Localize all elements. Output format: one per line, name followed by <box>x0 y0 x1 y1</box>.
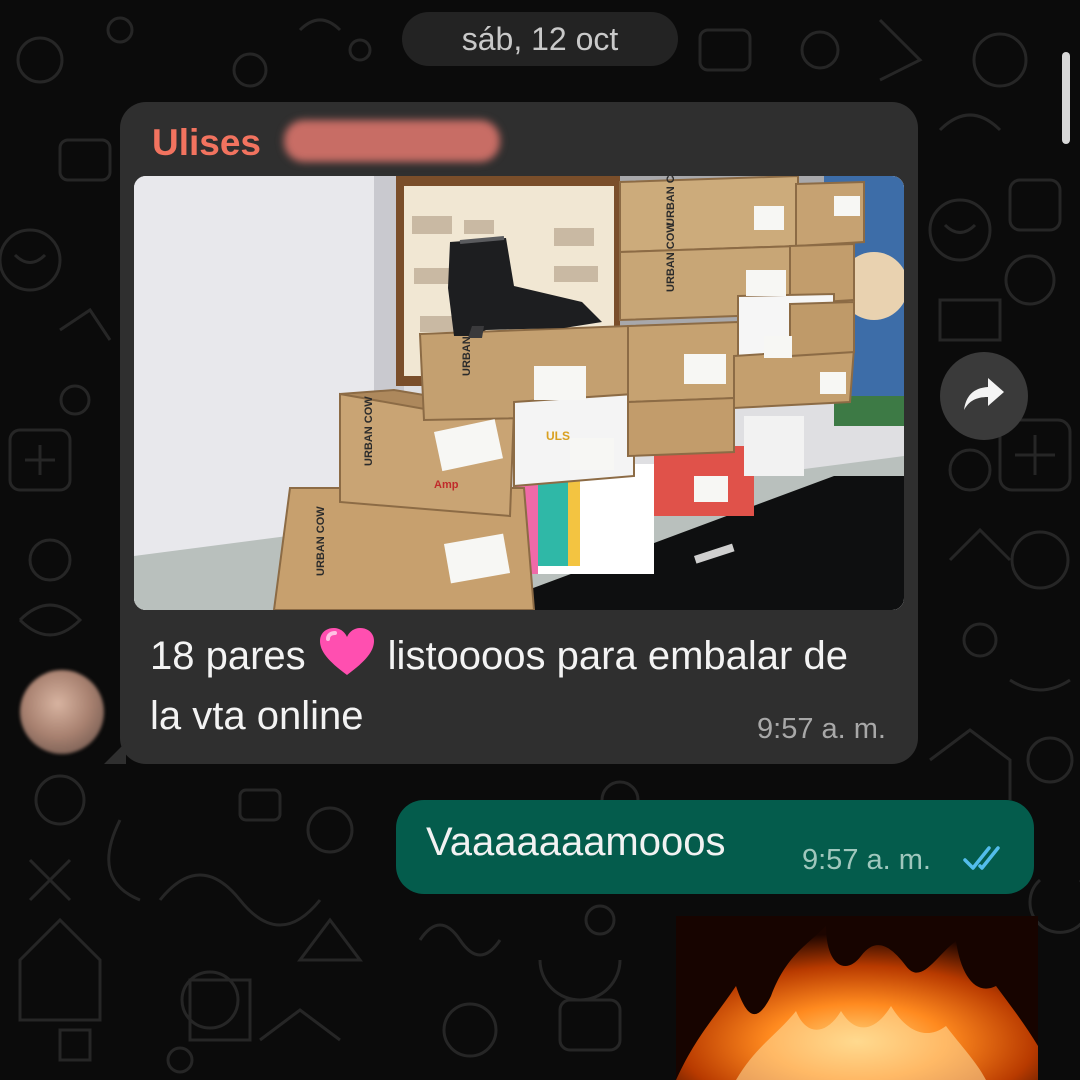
outgoing-message-bubble[interactable]: Vaaaaaaamooos 9:57 a. m. <box>396 800 1034 894</box>
scroll-indicator[interactable] <box>1062 52 1070 144</box>
incoming-message-time: 9:57 a. m. <box>757 713 886 745</box>
outgoing-message-time: 9:57 a. m. <box>802 844 931 876</box>
forward-button[interactable] <box>940 352 1028 440</box>
photo-brand-label: URBAN COW <box>363 396 375 466</box>
incoming-message-bubble[interactable]: Ulises URBAN COW URBAN COW URBAN COW URB… <box>104 102 918 764</box>
photo-box-label: Amp <box>434 479 459 491</box>
outgoing-message-text: Vaaaaaaamooos <box>426 820 726 864</box>
photo-brand-label: URBAN COW <box>665 176 677 226</box>
sender-name[interactable]: Ulises <box>152 122 261 164</box>
photo-box-label: ULS <box>546 429 570 443</box>
sender-avatar[interactable] <box>20 670 104 754</box>
date-separator: sáb, 12 oct <box>402 12 678 66</box>
forward-arrow-icon <box>962 374 1006 419</box>
redacted-surname <box>284 120 500 162</box>
double-check-icon <box>962 844 1008 879</box>
message-text-part: 18 pares <box>150 634 306 678</box>
fire-media-thumbnail[interactable] <box>676 916 1038 1080</box>
photo-brand-label: URBAN COW <box>665 222 677 292</box>
pink-heart-emoji <box>318 627 376 677</box>
message-photo[interactable]: URBAN COW URBAN COW URBAN COW URBAN COW … <box>134 176 904 610</box>
photo-brand-label: URBAN COW <box>315 506 327 576</box>
bubble-tail <box>104 742 126 764</box>
